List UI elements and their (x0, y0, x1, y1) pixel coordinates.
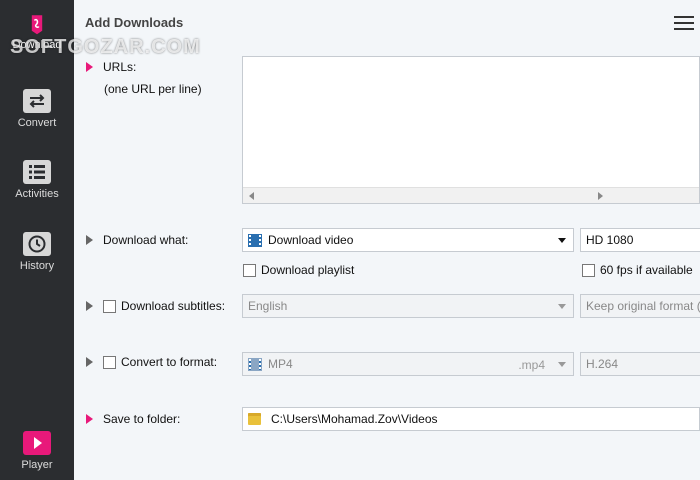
activities-icon (23, 160, 51, 184)
scroll-right-icon[interactable] (598, 192, 603, 200)
scroll-left-icon[interactable] (249, 192, 254, 200)
horizontal-scrollbar[interactable] (243, 187, 699, 203)
folder-icon (248, 413, 261, 425)
subtitles-row: Download subtitles: (86, 299, 225, 313)
convert-label: Convert to format: (121, 355, 218, 369)
format-extension: .mp4 (518, 358, 545, 372)
subtitle-format-value: Keep original format ( (586, 299, 700, 313)
expand-arrow-icon[interactable] (86, 357, 93, 367)
sidebar-item-label: Player (21, 459, 53, 471)
save-folder-path: C:\Users\Mohamad.Zov\Videos (271, 412, 438, 426)
expand-arrow-icon (86, 62, 93, 72)
convert-format-value: MP4 (268, 357, 293, 371)
urls-label-row: URLs: (86, 60, 136, 74)
download-icon (31, 15, 43, 35)
quality-select[interactable]: HD 1080 (580, 228, 700, 252)
expand-arrow-icon[interactable] (86, 414, 93, 424)
chevron-down-icon (558, 362, 566, 367)
convert-format-select[interactable]: MP4 .mp4 (242, 352, 574, 376)
add-downloads-panel: Add Downloads URLs: (one URL per line) D… (74, 0, 700, 480)
subtitle-language-select[interactable]: English (242, 294, 574, 318)
quality-value: HD 1080 (586, 233, 634, 247)
download-what-label: Download what: (103, 233, 189, 247)
convert-row: Convert to format: (86, 355, 217, 369)
sidebar-item-history[interactable]: History (0, 231, 74, 272)
checkbox-box[interactable] (582, 263, 595, 277)
checkbox-box[interactable] (243, 263, 256, 277)
save-folder-field[interactable]: C:\Users\Mohamad.Zov\Videos (242, 407, 700, 431)
urls-label: URLs: (103, 60, 137, 74)
fps-label: 60 fps if available (600, 263, 693, 277)
history-icon (23, 232, 51, 256)
save-row: Save to folder: (86, 412, 180, 426)
subtitle-language-value: English (248, 299, 288, 313)
sidebar-item-convert[interactable]: Convert (0, 88, 74, 129)
sidebar-item-label: History (19, 260, 55, 272)
codec-value: H.264 (586, 357, 619, 371)
codec-select[interactable]: H.264 (580, 352, 700, 376)
film-icon (248, 233, 262, 247)
watermark: SOFTGOZAR.COM (10, 36, 201, 58)
subtitle-format-select[interactable]: Keep original format ( (580, 294, 700, 318)
download-playlist-checkbox[interactable]: Download playlist (243, 263, 354, 277)
sidebar-item-label: Activities (15, 188, 59, 200)
chevron-down-icon (558, 304, 566, 309)
download-type-select[interactable]: Download video (242, 228, 574, 252)
sidebar: Download Convert Activities History Play… (0, 0, 74, 480)
fps-checkbox[interactable]: 60 fps if available (582, 263, 693, 277)
expand-arrow-icon[interactable] (86, 301, 93, 311)
subtitles-checkbox[interactable] (103, 299, 116, 313)
page-title: Add Downloads (85, 15, 184, 30)
sidebar-item-label: Convert (17, 117, 57, 129)
convert-icon (23, 89, 51, 113)
sidebar-item-activities[interactable]: Activities (0, 159, 74, 200)
download-type-value: Download video (268, 233, 354, 247)
urls-textarea[interactable] (242, 56, 700, 204)
save-label: Save to folder: (103, 412, 181, 426)
download-what-row: Download what: (86, 233, 188, 247)
sidebar-item-player[interactable]: Player (0, 430, 74, 471)
urls-hint: (one URL per line) (104, 82, 202, 96)
film-icon (248, 357, 262, 371)
convert-checkbox[interactable] (103, 355, 116, 369)
player-icon (23, 431, 51, 455)
subtitles-label: Download subtitles: (121, 299, 226, 313)
download-playlist-label: Download playlist (261, 263, 355, 277)
hamburger-icon (674, 16, 694, 18)
chevron-down-icon (558, 238, 566, 243)
menu-button[interactable] (674, 12, 694, 32)
expand-arrow-icon[interactable] (86, 235, 93, 245)
